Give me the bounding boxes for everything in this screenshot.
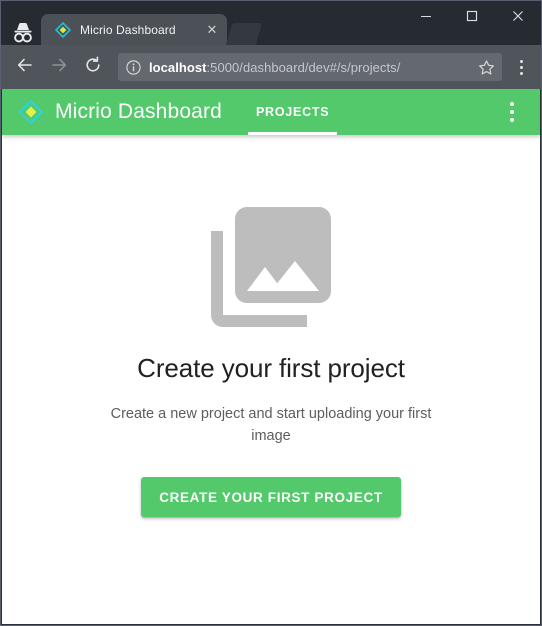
empty-state: Create your first project Create a new p… xyxy=(2,135,540,518)
app-nav-tabs: PROJECTS xyxy=(244,89,341,135)
bookmark-star-icon[interactable] xyxy=(474,55,498,79)
three-dots-vertical-icon xyxy=(519,59,523,63)
chrome-menu-button[interactable] xyxy=(508,52,534,82)
reload-button[interactable] xyxy=(78,52,108,82)
micrio-diamond-icon xyxy=(18,99,44,125)
tab-title: Micrio Dashboard xyxy=(80,22,176,37)
page-title: Micrio Dashboard xyxy=(55,100,222,123)
tab-close-icon[interactable]: ✕ xyxy=(203,21,221,39)
app-overflow-menu-button[interactable] xyxy=(498,92,526,132)
arrow-left-icon xyxy=(16,56,34,79)
arrow-right-icon xyxy=(50,56,68,79)
photo-library-icon xyxy=(199,195,343,339)
page-viewport: Micrio Dashboard PROJECTS Create your fi… xyxy=(2,89,540,624)
tab-projects-label: PROJECTS xyxy=(255,105,330,119)
url-host: localhost xyxy=(149,59,207,75)
browser-tab[interactable]: Micrio Dashboard ✕ xyxy=(41,14,227,45)
incognito-icon xyxy=(9,21,37,45)
three-dots-vertical-icon xyxy=(510,102,514,106)
tab-strip: Micrio Dashboard ✕ xyxy=(41,13,263,45)
tab-projects[interactable]: PROJECTS xyxy=(244,89,341,135)
back-button[interactable] xyxy=(10,52,40,82)
forward-button[interactable] xyxy=(44,52,74,82)
browser-titlebar: Micrio Dashboard ✕ xyxy=(1,1,541,45)
url-text: localhost:5000/dashboard/dev#/s/projects… xyxy=(149,60,474,75)
app-header: Micrio Dashboard PROJECTS xyxy=(2,89,540,135)
maximize-button[interactable] xyxy=(449,1,495,31)
info-circle-icon[interactable] xyxy=(125,59,142,76)
empty-state-title: Create your first project xyxy=(137,353,405,383)
url-path: :5000/dashboard/dev#/s/projects/ xyxy=(206,59,401,75)
browser-window: Micrio Dashboard ✕ localhost:5000/dashbo… xyxy=(0,0,542,626)
new-tab-button[interactable] xyxy=(225,23,263,45)
window-controls xyxy=(403,1,541,31)
address-bar[interactable]: localhost:5000/dashboard/dev#/s/projects… xyxy=(118,53,502,81)
reload-icon xyxy=(84,56,102,79)
minimize-button[interactable] xyxy=(403,1,449,31)
browser-toolbar: localhost:5000/dashboard/dev#/s/projects… xyxy=(1,45,541,89)
create-first-project-button[interactable]: CREATE YOUR FIRST PROJECT xyxy=(141,477,401,518)
close-button[interactable] xyxy=(495,1,541,31)
micrio-diamond-icon xyxy=(54,21,72,38)
empty-state-subtitle: Create a new project and start uploading… xyxy=(110,406,432,445)
